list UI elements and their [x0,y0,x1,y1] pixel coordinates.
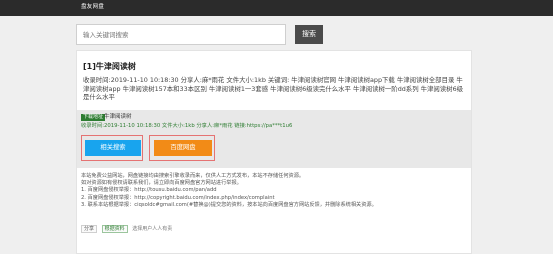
notice-line: 3. 联系本站根据举报：ciqsoldc#gmail.com(#替换@)提交您的… [81,201,377,208]
related-search-frame: 相关搜索 [81,135,143,161]
baidu-pan-button[interactable]: 百度网盘 [154,140,212,156]
tag-share[interactable]: 分享 [81,225,98,233]
search-input[interactable] [76,24,286,45]
download-tag: 下载地址 [81,114,106,121]
tag-row: 分享 根据资料 选择用户人人有责 [81,225,172,233]
disclaimer-notice: 本站免费公益网站，网盘链接均由搜索引擎收录而来，仅供人工方式发布，本站不存储任何… [81,173,467,209]
site-logo[interactable]: 盘友网盘 [81,4,104,11]
top-navbar: 盘友网盘 [0,0,553,16]
notice-line[interactable]: 2. 百度网盘侵权举报：http://copyright.baidu.com/i… [81,195,467,202]
search-bar: 搜索 [76,24,472,46]
baidu-pan-frame: 百度网盘 [149,135,215,161]
tag-note: 选择用户人人有责 [132,226,173,232]
result-title[interactable]: [1]牛津阅读树 [83,62,136,72]
download-info: 收录时间:2019-11-10 10:18:30 文件大小:1kb 分享人:麻*… [81,123,293,129]
result-card: [1]牛津阅读树 收录时间:2019-11-10 10:18:30 分享人:麻*… [76,50,472,254]
download-panel: 下载地址 牛津阅读树 收录时间:2019-11-10 10:18:30 文件大小… [77,110,471,168]
result-meta: 收录时间:2019-11-10 10:18:30 分享人:麻*雨花 文件大小:1… [83,76,464,102]
related-search-button[interactable]: 相关搜索 [85,140,141,156]
notice-line[interactable]: 1. 百度网盘侵权举报：http://tousu.baidu.com/pan/a… [81,187,467,194]
tag-keyword[interactable]: 根据资料 [101,225,128,233]
search-button[interactable]: 搜索 [295,25,323,44]
download-file-name: 牛津阅读树 [104,114,132,120]
